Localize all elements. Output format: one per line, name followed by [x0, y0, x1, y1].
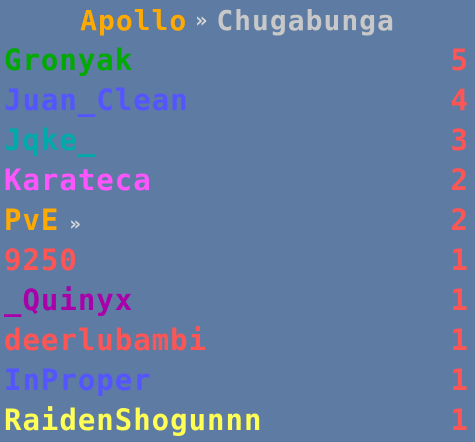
player-row: Gronyak 5	[0, 40, 475, 80]
player-name: Karateca	[4, 163, 152, 197]
player-name: deerlubambi	[4, 323, 207, 357]
header-separator: »	[195, 8, 209, 32]
player-name: PvE »	[4, 203, 82, 237]
player-score: 3	[450, 123, 469, 157]
server-name: Apollo	[80, 3, 188, 37]
player-score: 1	[450, 243, 469, 277]
player-name: Jqke_	[4, 123, 96, 157]
player-row: InProper 1	[0, 360, 475, 400]
player-score: 1	[450, 323, 469, 357]
player-name-text: deerlubambi	[4, 323, 208, 357]
player-name-text: Gronyak	[4, 43, 134, 77]
player-list: Gronyak 5 Juan_Clean 4 Jqke_ 3 Karateca 2 PvE» 2 9…	[0, 40, 475, 440]
player-name-text: _Quinyx	[4, 283, 134, 317]
player-name: RaidenShogunnn	[4, 403, 262, 437]
player-name-text: Juan_Clean	[4, 83, 189, 117]
player-name-text: Jqke_	[4, 123, 97, 157]
player-name-text: PvE	[4, 203, 60, 237]
player-name-text: InProper	[4, 363, 152, 397]
player-score: 2	[450, 203, 469, 237]
player-name: Gronyak	[4, 43, 133, 77]
player-score: 4	[450, 83, 469, 117]
player-row: Karateca 2	[0, 160, 475, 200]
player-name-text: Karateca	[4, 163, 152, 197]
player-name-text: RaidenShogunnn	[4, 403, 263, 437]
player-row: deerlubambi 1	[0, 320, 475, 360]
player-score: 2	[450, 163, 469, 197]
player-row: PvE » 2	[0, 200, 475, 240]
scoreboard-header: Apollo » Chugabunga	[0, 0, 475, 40]
player-name: InProper	[4, 363, 152, 397]
region-name: Chugabunga	[216, 3, 395, 37]
player-row: _Quinyx 1	[0, 280, 475, 320]
player-arrow-marker: »	[69, 213, 82, 235]
player-score: 1	[450, 403, 469, 437]
player-name: 9250	[4, 243, 78, 277]
player-row: 9250 1	[0, 240, 475, 280]
player-score: 1	[450, 283, 469, 317]
player-row: Jqke_ 3	[0, 120, 475, 160]
player-name: Juan_Clean	[4, 83, 189, 117]
player-name: _Quinyx	[4, 283, 133, 317]
player-score: 1	[450, 363, 469, 397]
player-name-text: 9250	[4, 243, 78, 277]
player-row: Juan_Clean 4	[0, 80, 475, 120]
scoreboard: Apollo » Chugabunga Gronyak 5 Juan_Clean 4 J…	[0, 0, 475, 442]
player-row: RaidenShogunnn 1	[0, 400, 475, 440]
player-score: 5	[450, 43, 469, 77]
